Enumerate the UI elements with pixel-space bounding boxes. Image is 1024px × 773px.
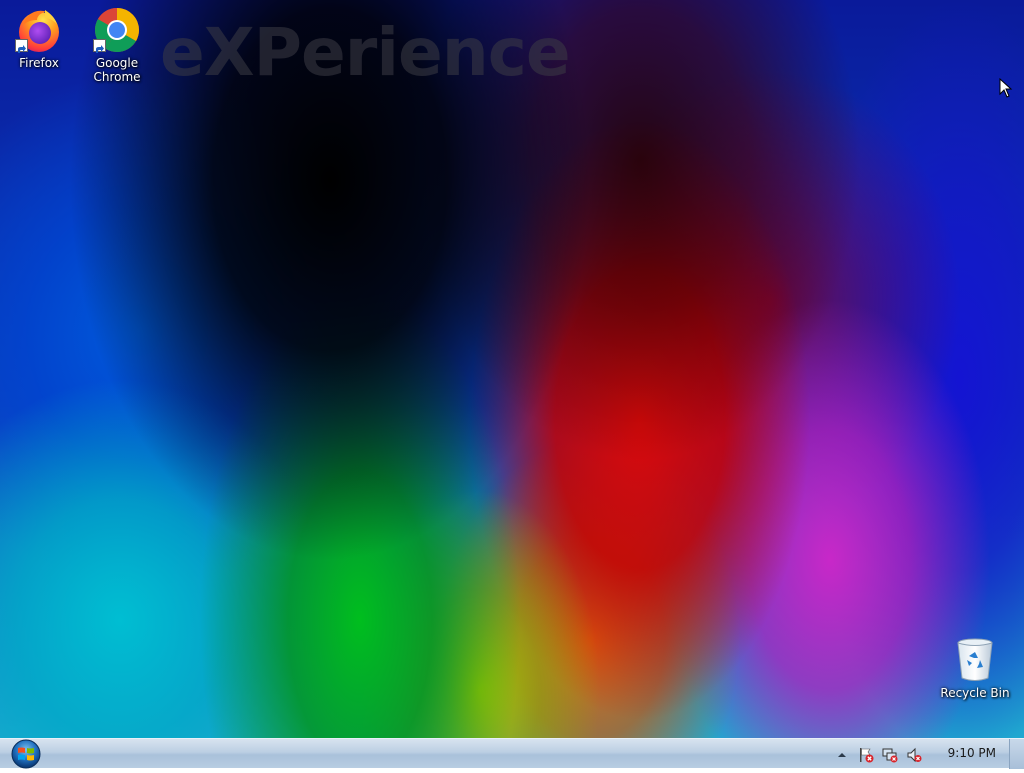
desktop-icon-label: Firefox <box>19 56 59 70</box>
taskbar: 9:10 PM <box>0 738 1024 769</box>
shortcut-arrow-icon <box>15 39 28 53</box>
volume-muted-icon[interactable] <box>906 747 922 763</box>
shortcut-arrow-icon <box>93 39 106 53</box>
desktop-icon-firefox[interactable]: Firefox <box>2 6 76 70</box>
clock[interactable]: 9:10 PM <box>948 746 996 760</box>
desktop-icon-recycle-bin[interactable]: Recycle Bin <box>938 636 1012 700</box>
wallpaper-watermark: eXPerience <box>160 14 571 91</box>
desktop-icon-google-chrome[interactable]: Google Chrome <box>80 6 154 84</box>
chrome-icon <box>93 6 141 54</box>
desktop-icon-label: Recycle Bin <box>940 686 1010 700</box>
wallpaper <box>0 0 1024 738</box>
start-button[interactable] <box>6 739 46 769</box>
firefox-icon <box>15 6 63 54</box>
action-center-flag-error-icon[interactable] <box>858 747 874 763</box>
show-hidden-icons-chevron[interactable] <box>834 747 850 763</box>
network-disconnected-icon[interactable] <box>882 747 898 763</box>
recycle-bin-icon <box>951 636 999 684</box>
desktop[interactable]: eXPerience Firefox Google Chrome Recycle… <box>0 0 1024 738</box>
show-desktop-button[interactable] <box>1009 739 1024 769</box>
desktop-icon-label: Chrome <box>93 70 141 84</box>
notification-area: 9:10 PM <box>834 739 1024 769</box>
windows-logo-icon <box>11 739 41 769</box>
desktop-icon-label: Google <box>95 56 139 70</box>
